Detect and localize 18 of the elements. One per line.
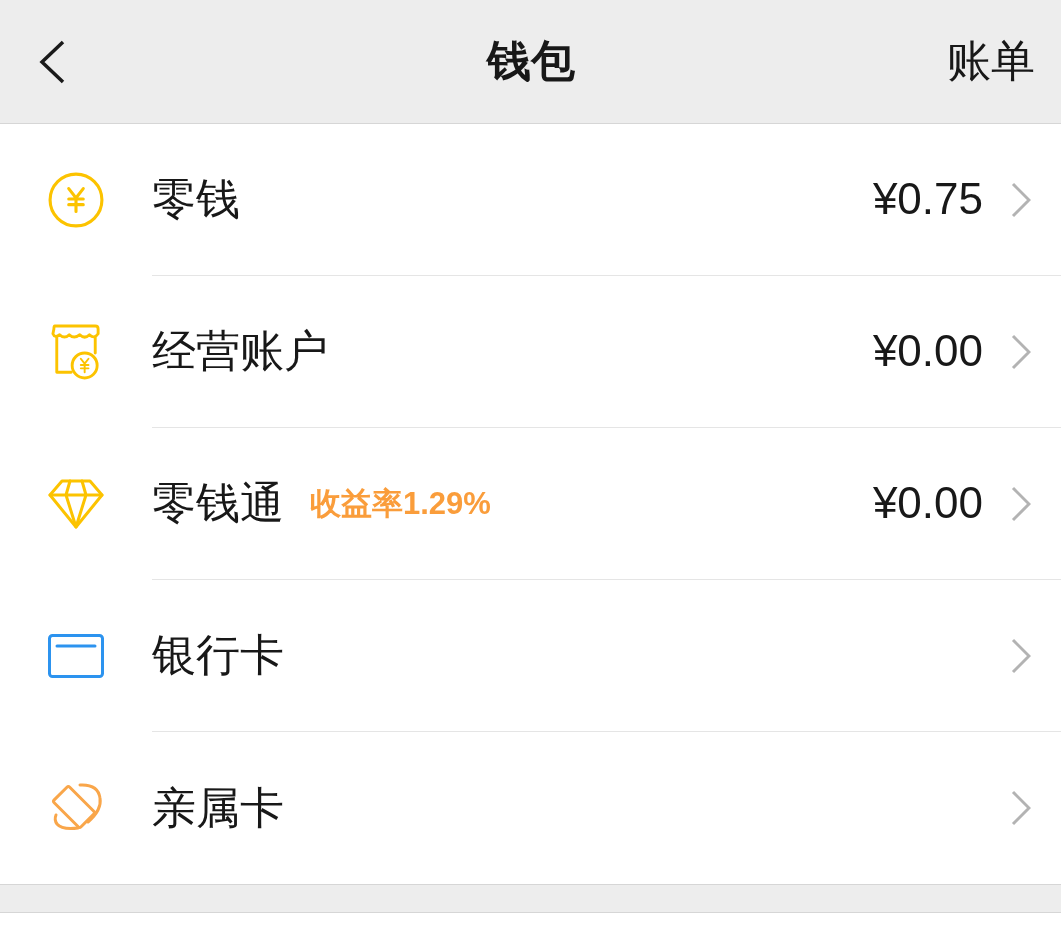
back-icon xyxy=(38,39,66,84)
balance-amount: ¥0.00 xyxy=(872,477,983,530)
balance-amount: ¥0.75 xyxy=(872,173,983,226)
page-title: 钱包 xyxy=(486,35,575,88)
item-label: 经营账户 xyxy=(152,325,328,378)
chevron-right-icon xyxy=(1011,637,1031,674)
item-label: 零钱 xyxy=(152,173,240,226)
chevron-right-icon xyxy=(1011,181,1031,218)
item-label: 银行卡 xyxy=(152,629,284,682)
yield-rate-label: 收益率1.29% xyxy=(310,484,491,523)
bill-button[interactable]: 账单 xyxy=(947,35,1035,88)
balance-amount: ¥0.00 xyxy=(872,325,983,378)
chevron-right-icon xyxy=(1011,790,1031,826)
chevron-right-icon xyxy=(1011,333,1031,370)
back-button[interactable] xyxy=(38,39,66,84)
item-label: 零钱通 xyxy=(152,477,284,530)
chevron-right-icon xyxy=(1011,485,1031,522)
item-label: 亲属卡 xyxy=(152,781,284,834)
